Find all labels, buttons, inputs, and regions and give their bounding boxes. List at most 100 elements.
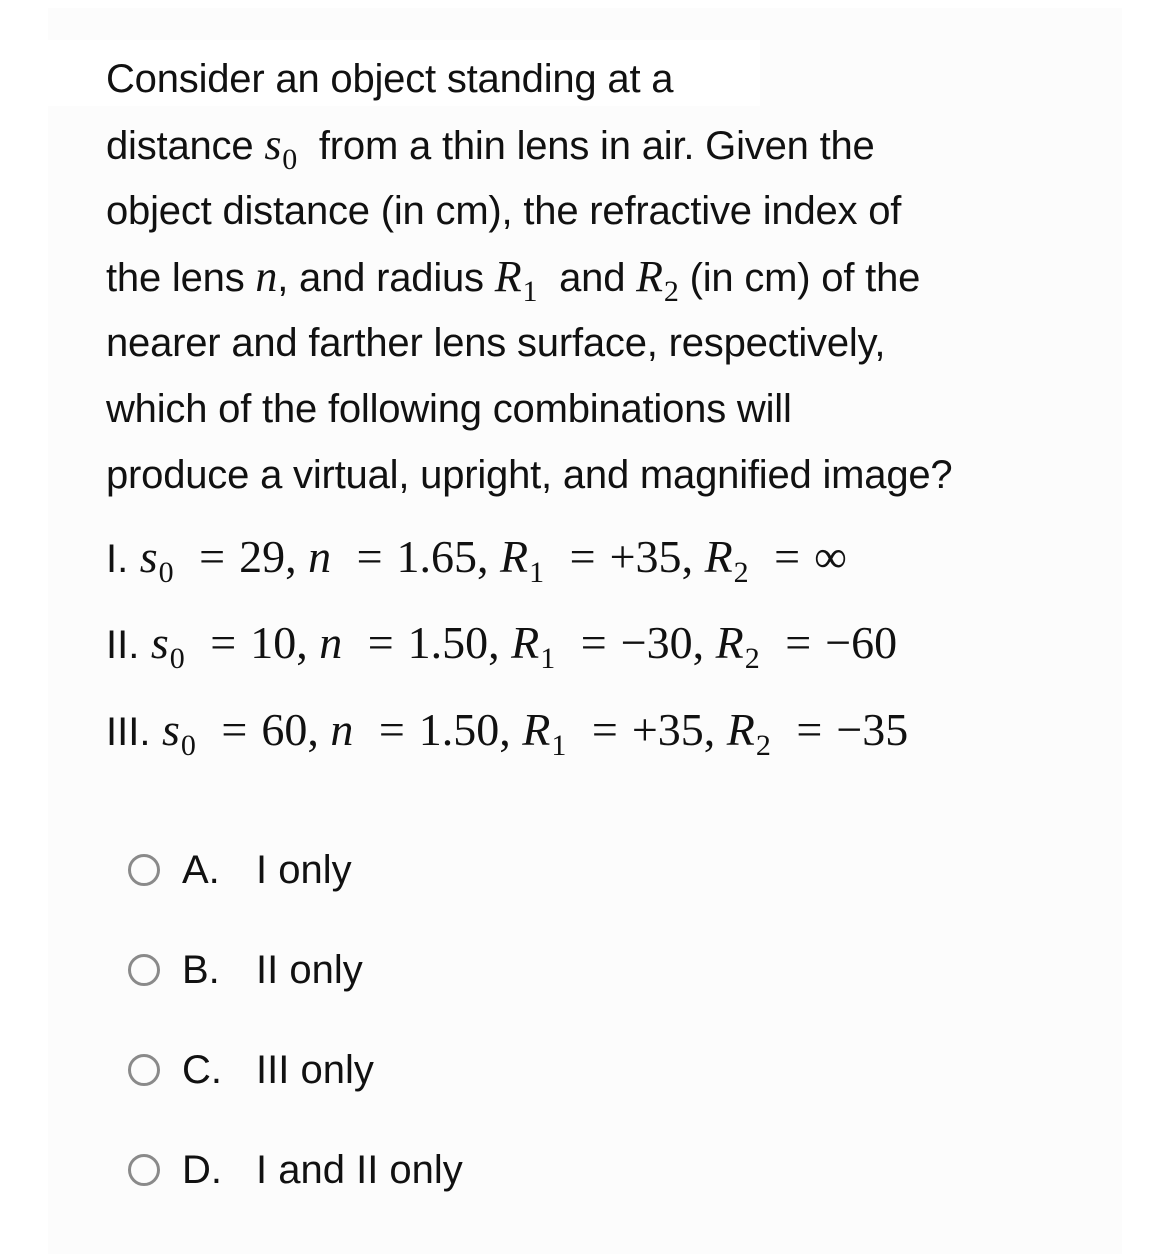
value-R2: ∞	[814, 531, 847, 582]
option-text: III only	[256, 1047, 374, 1092]
equals-sign: =	[378, 704, 405, 755]
equals-sign: =	[210, 617, 237, 668]
value-R2: −35	[836, 704, 909, 755]
equals-sign: =	[785, 617, 812, 668]
equals-sign: =	[367, 617, 394, 668]
comma: ,	[477, 531, 489, 582]
equals-sign: =	[199, 531, 226, 582]
var-R1: R1	[494, 252, 538, 308]
value-n: 1.50	[407, 617, 489, 668]
question-line-7: produce a virtual, upright, and magnifie…	[106, 453, 953, 497]
var-R2: R2	[636, 252, 679, 308]
value-s0: 60	[261, 704, 308, 755]
radio-button-icon[interactable]	[128, 854, 160, 886]
var-n: n	[319, 617, 343, 668]
combination-label: I.	[106, 537, 129, 581]
option-text: I and II only	[256, 1147, 463, 1192]
combination-row-2: II. s0 = 10, n = 1.50, R1 = −30, R2 = −60	[106, 616, 898, 675]
question-line-5: nearer and farther lens surface, respect…	[106, 321, 886, 365]
text-fragment: from a thin lens in air. Given the	[318, 124, 875, 168]
option-d[interactable]: D. I and II only	[128, 1145, 463, 1195]
var-R: R	[522, 704, 551, 755]
var-s: s	[139, 531, 158, 582]
comma: ,	[681, 531, 694, 582]
option-a[interactable]: A. I only	[128, 845, 352, 895]
subscript-1: 1	[522, 275, 538, 308]
comma: ,	[488, 617, 500, 668]
radio-button-icon[interactable]	[128, 954, 160, 986]
question-line-1: Consider an object standing at a	[106, 57, 674, 101]
option-letter: C.	[182, 1047, 222, 1092]
comma: ,	[692, 617, 705, 668]
question-text: Consider an object standing at a distanc…	[106, 46, 1106, 508]
var-n: n	[308, 531, 332, 582]
subscript-0: 0	[180, 729, 196, 762]
option-letter: D.	[182, 1147, 222, 1192]
value-n: 1.50	[418, 704, 500, 755]
option-b[interactable]: B. II only	[128, 945, 363, 995]
text-fragment: (in cm) of the	[678, 256, 921, 300]
var-R: R	[511, 617, 540, 668]
combination-label: II.	[106, 623, 140, 667]
subscript-2: 2	[663, 275, 679, 308]
value-R1: +35	[631, 704, 704, 755]
var-R: R	[704, 531, 733, 582]
option-c[interactable]: C. III only	[128, 1045, 374, 1095]
equals-sign: =	[356, 531, 383, 582]
subscript-0: 0	[169, 642, 185, 675]
var-R: R	[715, 617, 744, 668]
combination-row-1: I. s0 = 29, n = 1.65, R1 = +35, R2 = ∞	[106, 530, 847, 589]
comma: ,	[499, 704, 511, 755]
equals-sign: =	[221, 704, 248, 755]
value-n: 1.65	[396, 531, 478, 582]
comma: ,	[703, 704, 716, 755]
value-R1: −30	[620, 617, 693, 668]
text-fragment: distance	[106, 124, 265, 168]
var-R: R	[494, 252, 522, 301]
combination-row-3: III. s0 = 60, n = 1.50, R1 = +35, R2 = −35	[106, 703, 909, 762]
combination-label: III.	[106, 710, 151, 754]
subscript-1: 1	[529, 556, 545, 589]
radio-button-icon[interactable]	[128, 1154, 160, 1186]
subscript-0: 0	[282, 143, 298, 176]
option-text: II only	[256, 947, 363, 992]
comma: ,	[296, 617, 308, 668]
equals-sign: =	[796, 704, 823, 755]
comma: ,	[285, 531, 297, 582]
subscript-2: 2	[744, 642, 760, 675]
option-letter: A.	[182, 847, 220, 892]
subscript-2: 2	[733, 556, 749, 589]
option-text: I only	[256, 847, 352, 892]
equals-sign: =	[774, 531, 801, 582]
var-R: R	[726, 704, 755, 755]
subscript-0: 0	[158, 556, 174, 589]
question-line-3: object distance (in cm), the refractive …	[106, 189, 902, 233]
equals-sign: =	[591, 704, 618, 755]
value-R1: +35	[609, 531, 682, 582]
subscript-1: 1	[540, 642, 556, 675]
var-R: R	[636, 252, 663, 301]
text-fragment: , and radius	[277, 256, 495, 300]
text-fragment: and	[559, 256, 637, 300]
var-n: n	[330, 704, 354, 755]
var-s0: s0	[264, 120, 297, 176]
subscript-2: 2	[755, 729, 771, 762]
equals-sign: =	[580, 617, 607, 668]
subscript-1: 1	[551, 729, 567, 762]
value-R2: −60	[825, 617, 898, 668]
value-s0: 29	[239, 531, 286, 582]
var-n: n	[255, 252, 278, 301]
var-s: s	[150, 617, 169, 668]
comma: ,	[307, 704, 319, 755]
question-line-4: the lens n, and radius R1 and R2 (in cm)…	[106, 244, 1106, 310]
var-R: R	[500, 531, 529, 582]
value-s0: 10	[250, 617, 297, 668]
option-letter: B.	[182, 947, 220, 992]
var-s: s	[161, 704, 180, 755]
text-fragment: the lens	[106, 256, 256, 300]
radio-button-icon[interactable]	[128, 1054, 160, 1086]
var-s: s	[264, 120, 282, 169]
equals-sign: =	[569, 531, 596, 582]
question-line-6: which of the following combinations will	[106, 387, 792, 431]
question-line-2: distance s0 from a thin lens in air. Giv…	[106, 112, 1106, 178]
